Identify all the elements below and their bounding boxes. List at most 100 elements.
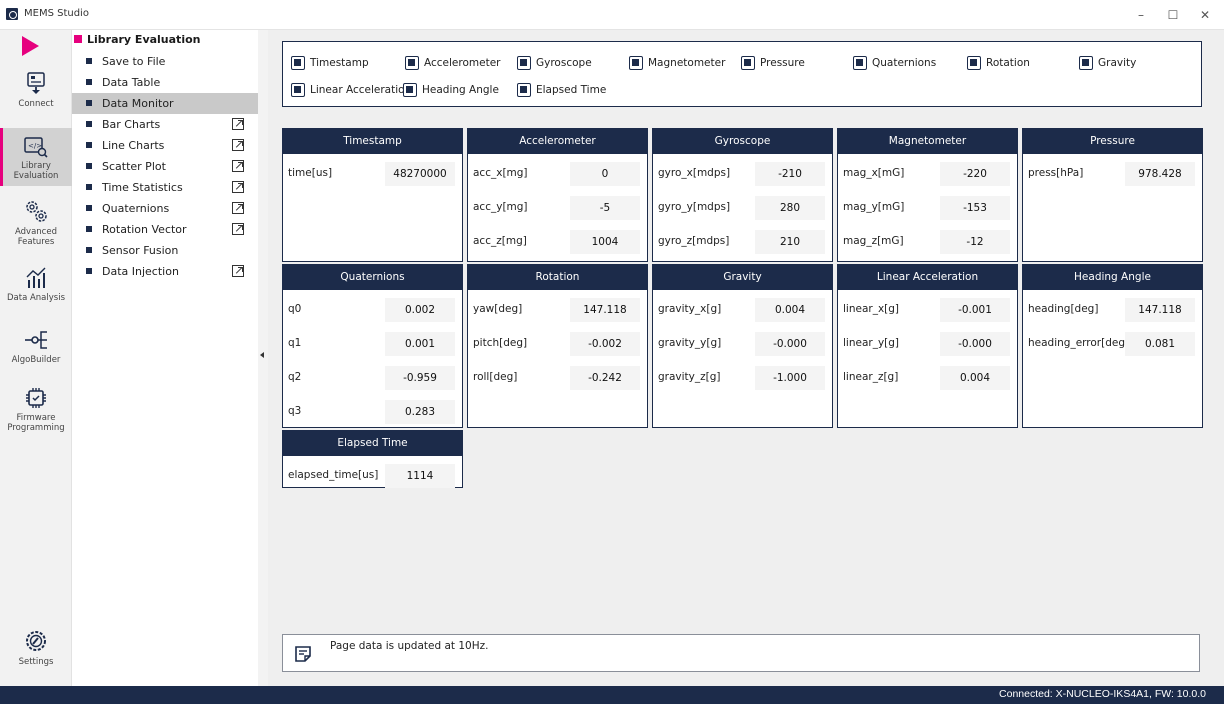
checkbox-quaternions[interactable]: Quaternions xyxy=(853,55,936,71)
advanced-features-icon xyxy=(26,201,47,222)
rail-item-firmware-programming[interactable]: Firmware Programming xyxy=(0,386,72,442)
rail-label-firmware-programming: Firmware Programming xyxy=(7,413,65,433)
checkbox-checked-icon[interactable] xyxy=(291,56,305,70)
library-menu: Library Evaluation Save to File Data Tabl… xyxy=(72,30,258,686)
reading-value: -0.959 xyxy=(385,366,455,390)
checkbox-magnetometer[interactable]: Magnetometer xyxy=(629,55,725,71)
open-external-icon[interactable] xyxy=(232,118,244,130)
menu-item-label: Data Injection xyxy=(102,265,179,278)
menu-item-label: Time Statistics xyxy=(102,181,183,194)
checkbox-checked-icon[interactable] xyxy=(967,56,981,70)
rail-item-connect[interactable]: Connect xyxy=(0,72,72,120)
rail-item-settings[interactable]: Settings xyxy=(0,628,72,676)
reading-label: elapsed_time[us] xyxy=(288,469,379,481)
reading-value: 978.428 xyxy=(1125,162,1195,186)
menu-header-label: Library Evaluation xyxy=(87,33,201,46)
checkbox-pressure[interactable]: Pressure xyxy=(741,55,805,71)
reading-value: -0.001 xyxy=(940,298,1010,322)
checkbox-gravity[interactable]: Gravity xyxy=(1079,55,1136,71)
reading-label: gravity_z[g] xyxy=(658,371,721,383)
menu-item-rotation-vector[interactable]: Rotation Vector xyxy=(72,219,258,240)
reading-value: 0.004 xyxy=(940,366,1010,390)
checkbox-checked-icon[interactable] xyxy=(853,56,867,70)
reading-row: q2 -0.959 xyxy=(283,366,462,390)
rail-item-advanced-features[interactable]: Advanced Features xyxy=(0,198,72,250)
checkbox-linear-acceleration[interactable]: Linear Acceleration xyxy=(291,82,411,98)
menu-bullet xyxy=(86,247,92,253)
card-title: Quaternions xyxy=(283,265,462,290)
collapse-arrow-icon xyxy=(260,352,264,358)
reading-value: -1.000 xyxy=(755,366,825,390)
reading-label: mag_y[mG] xyxy=(843,201,905,213)
reading-row: acc_x[mg] 0 xyxy=(468,162,647,186)
reading-label: gravity_y[g] xyxy=(658,337,722,349)
data-analysis-icon xyxy=(26,267,46,288)
algobuilder-icon xyxy=(25,331,47,349)
card-magnetometer: Magnetometer mag_x[mG] -220 mag_y[mG] -153 ma… xyxy=(837,128,1018,262)
card-title: Timestamp xyxy=(283,129,462,154)
play-icon[interactable] xyxy=(22,36,39,56)
menu-item-label: Save to File xyxy=(102,55,166,68)
menu-item-save-to-file[interactable]: Save to File xyxy=(72,51,258,72)
reading-label: heading[deg] xyxy=(1028,303,1099,315)
checkbox-checked-icon[interactable] xyxy=(403,83,417,97)
reading-row: mag_x[mG] -220 xyxy=(838,162,1017,186)
rail-item-data-analysis[interactable]: Data Analysis xyxy=(0,266,72,318)
reading-value: 210 xyxy=(755,230,825,254)
checkbox-label: Quaternions xyxy=(872,57,937,69)
collapse-panel-handle[interactable] xyxy=(258,30,268,686)
menu-item-label: Data Table xyxy=(102,76,161,89)
reading-row: heading[deg] 147.118 xyxy=(1023,298,1202,322)
reading-value: 48270000 xyxy=(385,162,455,186)
menu-item-quaternions[interactable]: Quaternions xyxy=(72,198,258,219)
menu-item-data-table[interactable]: Data Table xyxy=(72,72,258,93)
close-button[interactable]: ✕ xyxy=(1190,4,1220,26)
checkbox-checked-icon[interactable] xyxy=(629,56,643,70)
reading-value: 0 xyxy=(570,162,640,186)
menu-item-data-monitor[interactable]: Data Monitor xyxy=(72,93,258,114)
checkbox-checked-icon[interactable] xyxy=(741,56,755,70)
rail-label-library-evaluation: Library Evaluation xyxy=(13,161,59,181)
checkbox-elapsed-time[interactable]: Elapsed Time xyxy=(517,82,606,98)
menu-item-scatter-plot[interactable]: Scatter Plot xyxy=(72,156,258,177)
menu-item-line-charts[interactable]: Line Charts xyxy=(72,135,258,156)
reading-value: 0.002 xyxy=(385,298,455,322)
maximize-button[interactable]: ☐ xyxy=(1158,4,1188,26)
checkbox-checked-icon[interactable] xyxy=(517,83,531,97)
menu-bullet xyxy=(86,79,92,85)
reading-value: 0.283 xyxy=(385,400,455,424)
open-external-icon[interactable] xyxy=(232,160,244,172)
reading-row: linear_z[g] 0.004 xyxy=(838,366,1017,390)
open-external-icon[interactable] xyxy=(232,223,244,235)
open-external-icon[interactable] xyxy=(232,202,244,214)
checkbox-accelerometer[interactable]: Accelerometer xyxy=(405,55,500,71)
rail-item-library-evaluation[interactable]: </> Library Evaluation xyxy=(0,128,72,186)
open-external-icon[interactable] xyxy=(232,181,244,193)
menu-item-sensor-fusion[interactable]: Sensor Fusion xyxy=(72,240,258,261)
checkbox-checked-icon[interactable] xyxy=(517,56,531,70)
card-title: Magnetometer xyxy=(838,129,1017,154)
checkbox-rotation[interactable]: Rotation xyxy=(967,55,1030,71)
status-bar: Connected: X-NUCLEO-IKS4A1, FW: 10.0.0 xyxy=(0,686,1224,704)
reading-label: gravity_x[g] xyxy=(658,303,722,315)
open-external-icon[interactable] xyxy=(232,265,244,277)
checkbox-checked-icon[interactable] xyxy=(291,83,305,97)
rail-label-connect: Connect xyxy=(18,99,54,109)
reading-row: acc_z[mg] 1004 xyxy=(468,230,647,254)
checkbox-checked-icon[interactable] xyxy=(1079,56,1093,70)
card-title: Rotation xyxy=(468,265,647,290)
card-linear-acceleration: Linear Acceleration linear_x[g] -0.001 line… xyxy=(837,264,1018,428)
note-icon xyxy=(295,646,311,662)
checkbox-checked-icon[interactable] xyxy=(405,56,419,70)
reading-label: gyro_y[mdps] xyxy=(658,201,731,213)
checkbox-gyroscope[interactable]: Gyroscope xyxy=(517,55,592,71)
rail-item-algobuilder[interactable]: AlgoBuilder xyxy=(0,328,72,372)
menu-item-bar-charts[interactable]: Bar Charts xyxy=(72,114,258,135)
menu-item-time-statistics[interactable]: Time Statistics xyxy=(72,177,258,198)
minimize-button[interactable]: – xyxy=(1126,4,1156,26)
checkbox-heading-angle[interactable]: Heading Angle xyxy=(403,82,499,98)
menu-item-data-injection[interactable]: Data Injection xyxy=(72,261,258,282)
open-external-icon[interactable] xyxy=(232,139,244,151)
checkbox-timestamp[interactable]: Timestamp xyxy=(291,55,369,71)
reading-label: time[us] xyxy=(288,167,333,179)
